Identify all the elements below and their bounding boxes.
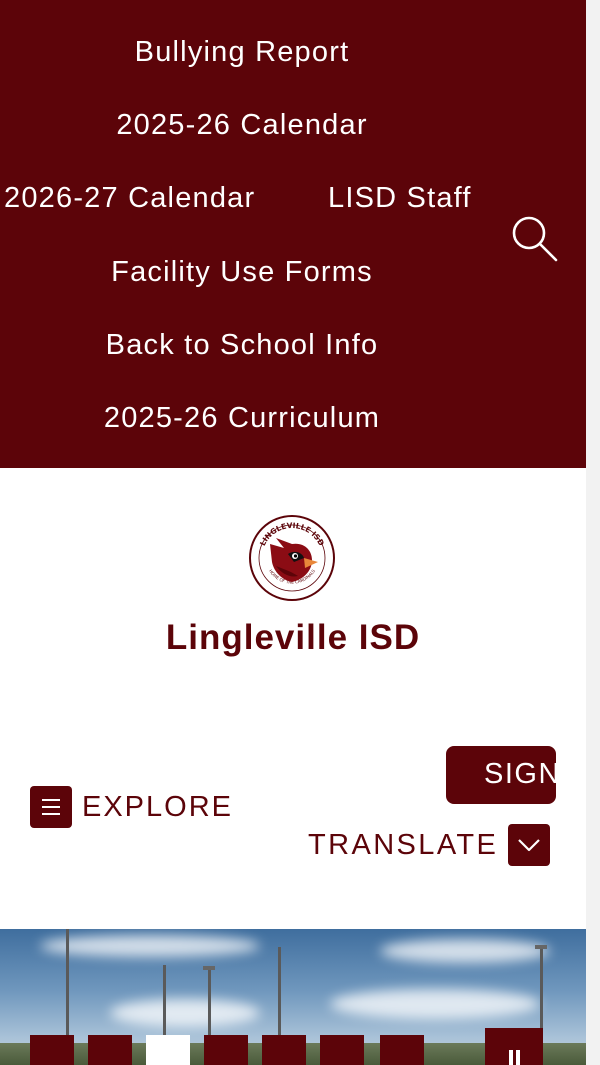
slide-indicator-5[interactable] — [262, 1035, 306, 1065]
quick-link-back-to-school-info[interactable]: Back to School Info — [0, 328, 484, 362]
site-title[interactable]: Lingleville ISD — [0, 618, 586, 658]
translate-dropdown[interactable]: TRANSLATE — [308, 824, 551, 866]
scrollbar[interactable] — [586, 0, 600, 1065]
slide-indicator-3[interactable] — [146, 1035, 190, 1065]
hamburger-icon — [30, 786, 72, 828]
quick-link-facility-use-forms[interactable]: Facility Use Forms — [0, 255, 484, 289]
explore-label: EXPLORE — [82, 790, 233, 823]
explore-menu-button[interactable]: EXPLORE — [30, 786, 233, 828]
pause-button[interactable] — [485, 1028, 543, 1065]
quick-link-2026-27-calendar[interactable]: 2026-27 Calendar — [4, 181, 255, 215]
pause-icon — [509, 1050, 513, 1065]
quick-links-bar: Bullying Report 2025-26 Calendar 2026-27… — [0, 0, 586, 468]
slide-indicator-6[interactable] — [320, 1035, 364, 1065]
quick-link-2025-26-curriculum[interactable]: 2025-26 Curriculum — [0, 401, 484, 435]
sign-in-label: SIGN — [484, 758, 556, 790]
slide-indicator-1[interactable] — [30, 1035, 74, 1065]
slide-indicator-7[interactable] — [380, 1035, 424, 1065]
sign-in-button[interactable]: SIGN — [446, 746, 556, 804]
chevron-down-icon — [508, 824, 551, 866]
page: Bullying Report 2025-26 Calendar 2026-27… — [0, 0, 586, 1065]
quick-link-lisd-staff[interactable]: LISD Staff — [328, 181, 472, 215]
search-button[interactable] — [508, 212, 560, 264]
quick-link-bullying-report[interactable]: Bullying Report — [0, 35, 484, 69]
slide-indicator-4[interactable] — [204, 1035, 248, 1065]
search-icon — [512, 216, 558, 262]
quick-link-2025-26-calendar[interactable]: 2025-26 Calendar — [0, 108, 484, 142]
district-logo[interactable]: LINGLEVILLE ISD HOME OF THE CARDINALS — [248, 514, 336, 602]
slide-indicator-2[interactable] — [88, 1035, 132, 1065]
translate-label: TRANSLATE — [308, 828, 499, 861]
